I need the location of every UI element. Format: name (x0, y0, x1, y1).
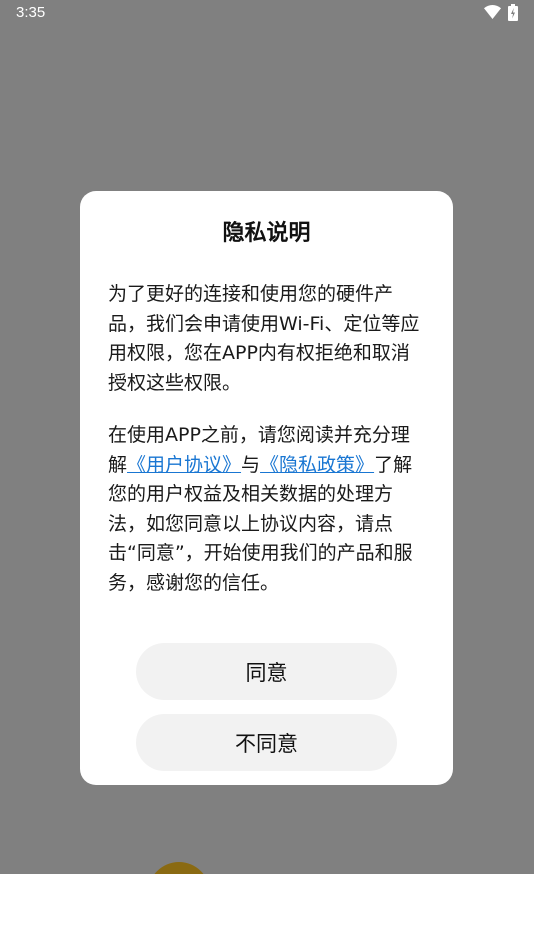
wifi-icon (484, 5, 501, 19)
dialog-title: 隐私说明 (222, 221, 311, 246)
permission-description: 为了更好的连接和使用您的硬件产品，我们会申请使用Wi-Fi、定位等应用权限，您在… (108, 283, 420, 394)
disagree-button[interactable]: 不同意 (136, 714, 397, 771)
battery-icon (508, 4, 518, 21)
privacy-policy-link[interactable]: 《隐私政策》 (260, 454, 374, 476)
agree-button[interactable]: 同意 (136, 643, 397, 700)
status-bar: 3:35 (0, 0, 534, 28)
avatar (148, 862, 210, 874)
status-time: 3:35 (16, 4, 46, 21)
agreement-text-joiner: 与 (241, 453, 261, 476)
agreement-description: 在使用APP之前，请您阅读并充分理解《用户协议》与《隐私政策》了解您的用户权益及… (108, 421, 426, 598)
app-screen: 3:35 隐私说明 为了更好的连接和使用您的硬件产品，我们会申请使用Wi-Fi、… (0, 0, 534, 950)
user-agreement-link[interactable]: 《用户协议》 (127, 454, 241, 476)
